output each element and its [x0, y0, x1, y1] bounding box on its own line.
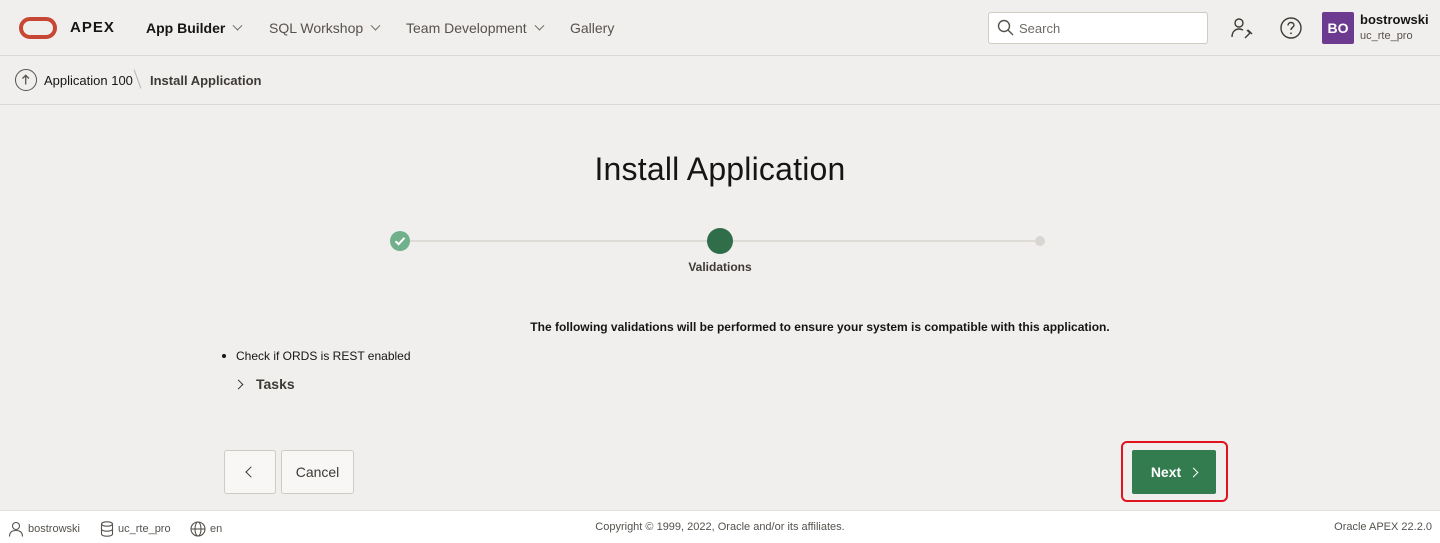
search-box[interactable] [988, 12, 1208, 44]
footer: bostrowski uc_rte_pro en Copyright © 199… [0, 510, 1440, 543]
cancel-button[interactable]: Cancel [281, 450, 354, 494]
wizard-step-pending [1035, 236, 1045, 246]
up-arrow-icon[interactable] [15, 69, 37, 91]
breadcrumb-current: Install Application [150, 73, 262, 88]
next-button[interactable]: Next [1132, 450, 1216, 494]
checkmark-icon [394, 237, 406, 246]
search-icon [997, 19, 1014, 36]
tasks-toggle[interactable]: Tasks [233, 376, 295, 392]
validation-list-item: Check if ORDS is REST enabled [222, 349, 411, 363]
wizard-progress-track [410, 240, 707, 242]
oracle-logo-icon[interactable] [19, 17, 57, 39]
user-workspace: uc_rte_pro [1360, 30, 1413, 42]
breadcrumb-separator [133, 69, 142, 89]
wizard-step-current [707, 228, 733, 254]
page-title: Install Application [594, 151, 846, 187]
nav-label: Gallery [570, 20, 615, 36]
tasks-label: Tasks [256, 376, 295, 392]
nav-team-development[interactable]: Team Development [406, 0, 545, 56]
chevron-left-icon [245, 466, 257, 478]
nav-label: App Builder [146, 20, 226, 36]
nav-sql-workshop[interactable]: SQL Workshop [269, 0, 381, 56]
copyright-text: Copyright © 1999, 2022, Oracle and/or it… [595, 521, 845, 533]
brand-name[interactable]: APEX [70, 19, 115, 36]
chevron-down-icon [370, 20, 381, 31]
wizard-progress-track [733, 240, 1035, 242]
chevron-right-icon [1188, 467, 1199, 477]
breadcrumb-parent-link[interactable]: Application 100 [44, 73, 133, 88]
validation-intro-text: The following validations will be perfor… [530, 320, 1110, 334]
breadcrumb: Application 100 Install Application [0, 56, 1440, 105]
wizard-step-label: Validations [688, 260, 752, 274]
search-input[interactable] [1019, 20, 1199, 36]
next-button-label: Next [1150, 464, 1182, 480]
avatar[interactable]: BO [1322, 12, 1354, 44]
admin-user-icon[interactable] [1230, 16, 1254, 40]
top-header: APEX App Builder SQL Workshop Team Devel… [0, 0, 1440, 56]
wizard-step-complete [390, 231, 410, 251]
chevron-down-icon [534, 20, 545, 31]
version-text: Oracle APEX 22.2.0 [1334, 521, 1432, 533]
chevron-right-icon [233, 379, 244, 389]
user-name[interactable]: bostrowski [1360, 12, 1429, 27]
help-icon[interactable] [1279, 16, 1303, 40]
nav-label: SQL Workshop [269, 20, 364, 36]
chevron-down-icon [232, 20, 243, 31]
nav-app-builder[interactable]: App Builder [146, 0, 243, 56]
previous-button[interactable] [224, 450, 276, 494]
nav-gallery[interactable]: Gallery [570, 0, 614, 56]
nav-label: Team Development [406, 20, 527, 36]
